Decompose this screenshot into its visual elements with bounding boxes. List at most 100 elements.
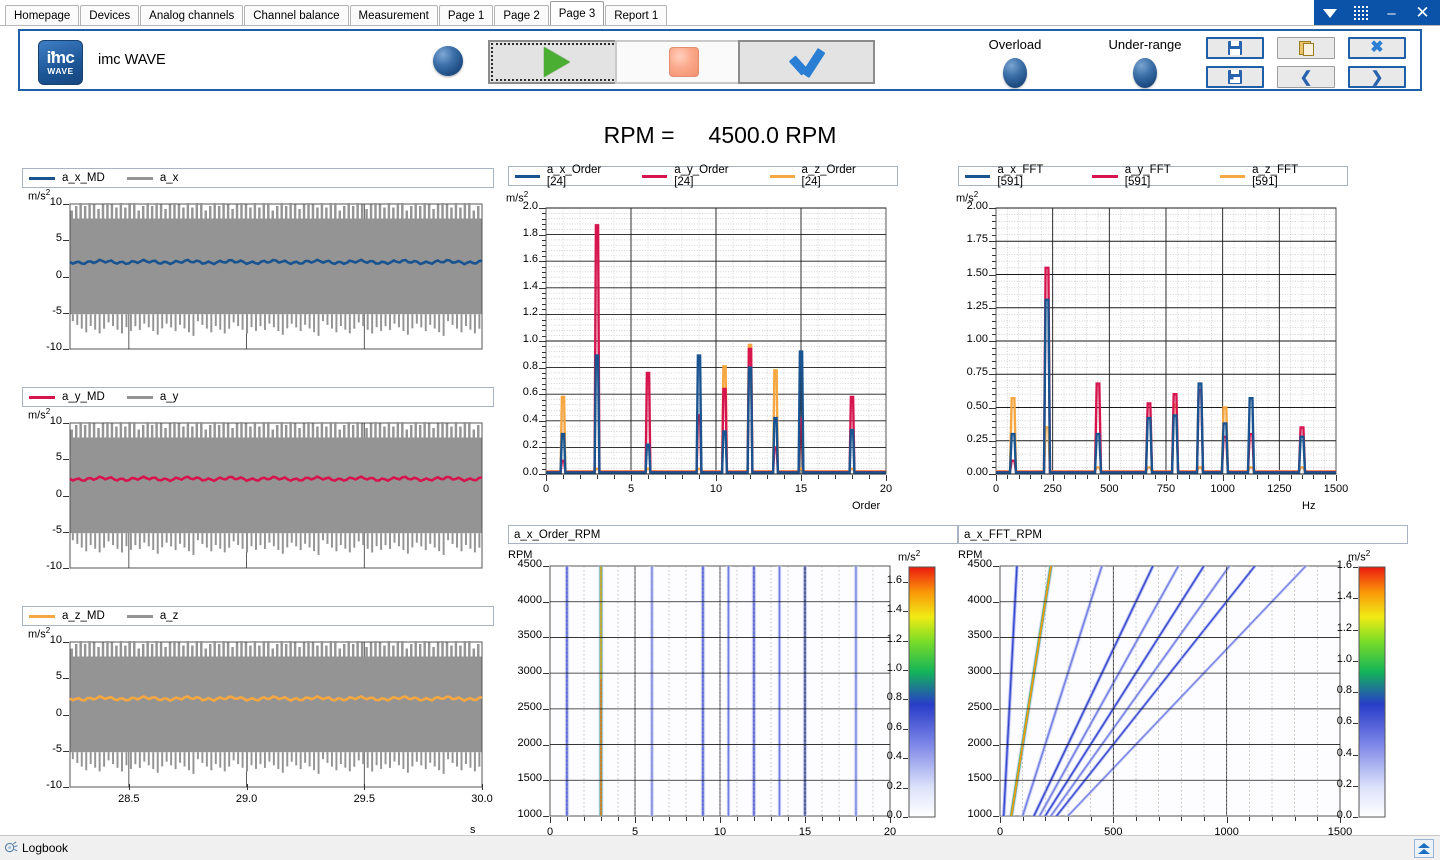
ytick-minor xyxy=(992,334,996,335)
ytick-minor xyxy=(992,241,996,242)
start-button[interactable] xyxy=(488,40,625,84)
colorbar-tick-fft_rpm_waterfall: 1.2 xyxy=(1322,622,1352,634)
colorbar-order_rpm_waterfall xyxy=(908,566,936,818)
colorbar-tick-mark xyxy=(903,670,908,671)
tab-page-2[interactable]: Page 2 xyxy=(494,5,548,25)
chevron-left-icon: ❮ xyxy=(1300,70,1313,85)
ytick-fft_spectrum: 1.50 xyxy=(952,267,988,279)
xtick-minor xyxy=(1132,475,1133,479)
ytick-minor xyxy=(542,378,546,379)
legend-item: a_y_Order [24] xyxy=(642,164,747,188)
stop-button[interactable] xyxy=(615,40,752,84)
xtick-time: 30.0 xyxy=(457,793,507,805)
xtick-minor xyxy=(1113,817,1114,821)
ytick-order_rpm_waterfall: 3000 xyxy=(502,665,542,677)
colorbar-tick-order_rpm_waterfall: 0.0 xyxy=(872,809,902,821)
status-bar: Logbook xyxy=(0,835,1440,860)
legend-color-swatch xyxy=(29,177,55,180)
colorbar-tick-order_rpm_waterfall: 1.2 xyxy=(872,633,902,645)
ytick-order_spectrum: 1.6 xyxy=(502,253,538,265)
tab-page-3[interactable]: Page 3 xyxy=(550,1,604,25)
colorbar-tick-mark xyxy=(1353,692,1358,693)
previous-button[interactable]: ❮ xyxy=(1277,66,1335,88)
confirm-button[interactable] xyxy=(738,40,875,84)
legend-item: a_x_MD xyxy=(29,172,105,184)
colorbar-tick-order_rpm_waterfall: 0.2 xyxy=(872,780,902,792)
ytick-minor xyxy=(542,405,546,406)
ytick-minor xyxy=(542,336,546,337)
legend-label: a_z xyxy=(160,610,179,622)
legend-label: a_y_FFT [591] xyxy=(1125,164,1198,188)
save-button[interactable] xyxy=(1206,37,1264,59)
app-title: imc WAVE xyxy=(98,52,166,68)
tab-report-1[interactable]: Report 1 xyxy=(605,5,667,25)
tab-measurement[interactable]: Measurement xyxy=(350,5,438,25)
xtick-minor xyxy=(648,475,649,479)
legend-color-swatch xyxy=(1092,175,1117,178)
xtick-mark xyxy=(247,784,248,790)
ytick-minor xyxy=(542,341,546,342)
rpm-value: 4500.0 RPM xyxy=(709,122,837,148)
xtick-time: 29.5 xyxy=(339,793,389,805)
ytick-minor xyxy=(992,268,996,269)
legend-color-swatch xyxy=(127,177,153,180)
ytick-order_rpm_waterfall: 4000 xyxy=(502,594,542,606)
ytick-minor xyxy=(992,394,996,395)
xtick-minor xyxy=(686,817,687,821)
xtick-minor xyxy=(771,817,772,821)
close-button[interactable]: ✕ xyxy=(1407,0,1438,26)
xtick-minor xyxy=(563,475,564,479)
copy-button[interactable] xyxy=(1277,37,1335,59)
ytick-order_spectrum: 0.4 xyxy=(502,413,538,425)
xtick-mark xyxy=(482,784,483,790)
ytick-minor xyxy=(992,328,996,329)
save-as-button[interactable] xyxy=(1206,66,1264,88)
xtick-fft_spectrum: 250 xyxy=(1028,483,1078,495)
xtick-minor xyxy=(1204,817,1205,821)
tab-homepage[interactable]: Homepage xyxy=(5,5,79,25)
ytick-mark xyxy=(543,602,549,603)
tab-analog-channels[interactable]: Analog channels xyxy=(140,5,243,25)
ytick-fft_spectrum: 0.00 xyxy=(952,466,988,478)
collapse-button[interactable] xyxy=(1414,839,1434,858)
legend-item: a_z xyxy=(127,610,179,622)
title-order_rpm_waterfall: a_x_Order_RPM xyxy=(508,525,958,544)
under-range-label: Under-range xyxy=(1075,37,1215,52)
ytick-minor xyxy=(992,368,996,369)
xtick-minor xyxy=(1223,475,1224,479)
ytick-minor xyxy=(542,251,546,252)
tab-label: Channel balance xyxy=(253,10,339,22)
close-view-button[interactable]: ✖ xyxy=(1348,37,1406,59)
ytick-minor xyxy=(992,354,996,355)
xtick-minor xyxy=(550,817,551,821)
ytick-minor xyxy=(992,248,996,249)
dropdown-triangle-icon[interactable] xyxy=(1314,0,1345,26)
xtick-minor xyxy=(1325,475,1326,479)
next-button[interactable]: ❯ xyxy=(1348,66,1406,88)
xtick-minor xyxy=(1336,475,1337,479)
minimize-button[interactable]: – xyxy=(1376,0,1407,26)
ytick-minor xyxy=(992,388,996,389)
title-fft_rpm_waterfall: a_x_FFT_RPM xyxy=(958,525,1408,544)
ytick-fft_rpm_waterfall: 4500 xyxy=(952,558,992,570)
logbook-label[interactable]: Logbook xyxy=(22,841,68,855)
tab-devices[interactable]: Devices xyxy=(80,5,139,25)
ytick-mark xyxy=(63,751,69,752)
ytick-minor xyxy=(992,228,996,229)
ytick-mark xyxy=(63,715,69,716)
legend-label: a_x xyxy=(160,172,179,184)
xtick-minor xyxy=(788,817,789,821)
ytick-minor xyxy=(992,447,996,448)
xtick-order_spectrum: 0 xyxy=(521,483,571,495)
ytick-time_az: 10 xyxy=(26,634,62,646)
ytick-time_az: 0 xyxy=(26,707,62,719)
xtick-minor xyxy=(1257,475,1258,479)
ytick-time_ax: 0 xyxy=(26,269,62,281)
tab-channel-balance[interactable]: Channel balance xyxy=(244,5,348,25)
xtick-minor xyxy=(767,475,768,479)
ytick-mark xyxy=(993,673,999,674)
colorbar-tick-mark xyxy=(903,641,908,642)
grid-dots-icon[interactable] xyxy=(1345,0,1376,26)
ytick-minor xyxy=(992,308,996,309)
tab-page-1[interactable]: Page 1 xyxy=(439,5,493,25)
